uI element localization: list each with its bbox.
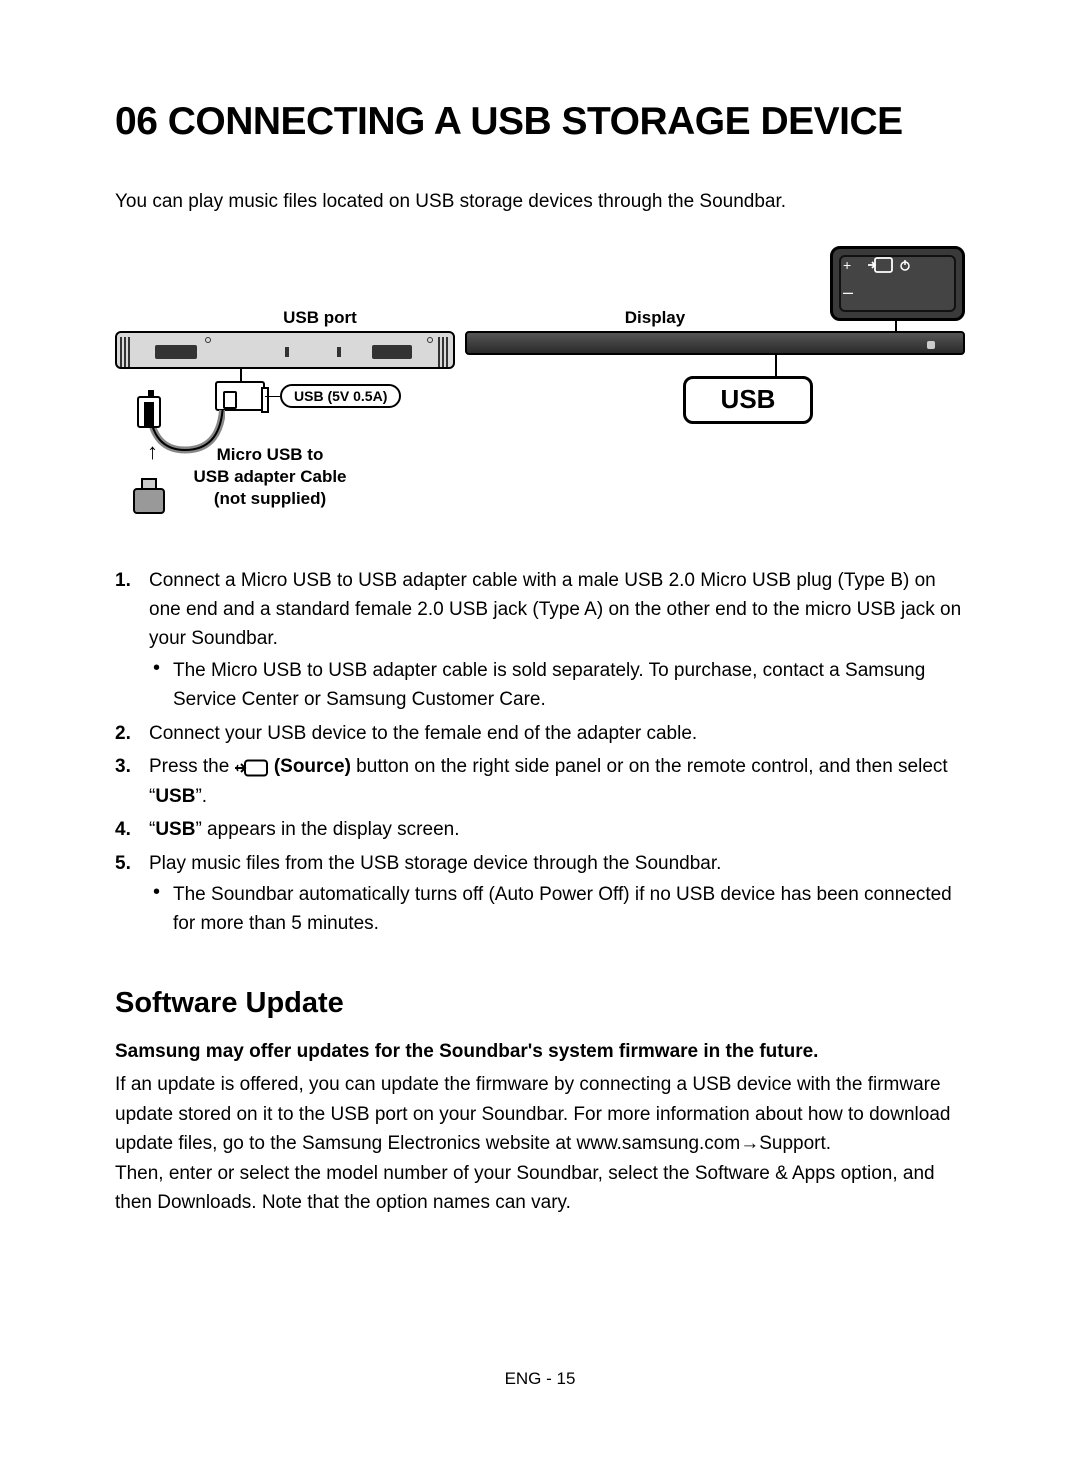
usb-drive-icon [133, 478, 165, 516]
usb-female-connector-icon [137, 396, 161, 428]
step-5-note: The Soundbar automatically turns off (Au… [149, 880, 965, 939]
soundbar-control-panel: + – [830, 246, 965, 321]
page-heading: 06 CONNECTING A USB STORAGE DEVICE [115, 100, 965, 144]
connection-diagram: USB port Display + – USB USB (5V 0.5A) ↑ [115, 246, 965, 546]
software-update-body-1: If an update is offered, you can update … [115, 1070, 965, 1158]
step-1: Connect a Micro USB to USB adapter cable… [115, 566, 965, 715]
page-footer: ENG - 15 [0, 1369, 1080, 1389]
source-icon [867, 257, 893, 278]
step-5: Play music files from the USB storage de… [115, 849, 965, 939]
volume-up-icon: + [843, 257, 851, 273]
step-1-note: The Micro USB to USB adapter cable is so… [149, 656, 965, 715]
adapter-cable-label: Micro USB to USB adapter Cable (not supp… [170, 444, 370, 510]
software-update-subhead: Samsung may offer updates for the Soundb… [115, 1038, 965, 1067]
power-icon [899, 259, 911, 274]
software-update-heading: Software Update [115, 987, 965, 1020]
software-update-body-2: Then, enter or select the model number o… [115, 1159, 965, 1218]
display-label: Display [595, 308, 715, 328]
usb-display-badge: USB [683, 376, 813, 424]
step-4: “USB” appears in the display screen. [115, 815, 965, 844]
step-2: Connect your USB device to the female en… [115, 719, 965, 748]
arrow-up-icon: ↑ [147, 441, 158, 463]
usb-port-spec-label: USB (5V 0.5A) [280, 384, 401, 408]
soundbar-rear-illustration [115, 331, 455, 369]
usb-port-label: USB port [260, 308, 380, 328]
micro-usb-port-icon [215, 381, 265, 411]
soundbar-front-illustration [465, 331, 965, 355]
instruction-steps: Connect a Micro USB to USB adapter cable… [115, 566, 965, 939]
source-icon [235, 757, 269, 775]
volume-down-icon: – [843, 283, 853, 301]
step-3: Press the (Source) button on the right s… [115, 752, 965, 811]
intro-text: You can play music files located on USB … [115, 189, 965, 216]
